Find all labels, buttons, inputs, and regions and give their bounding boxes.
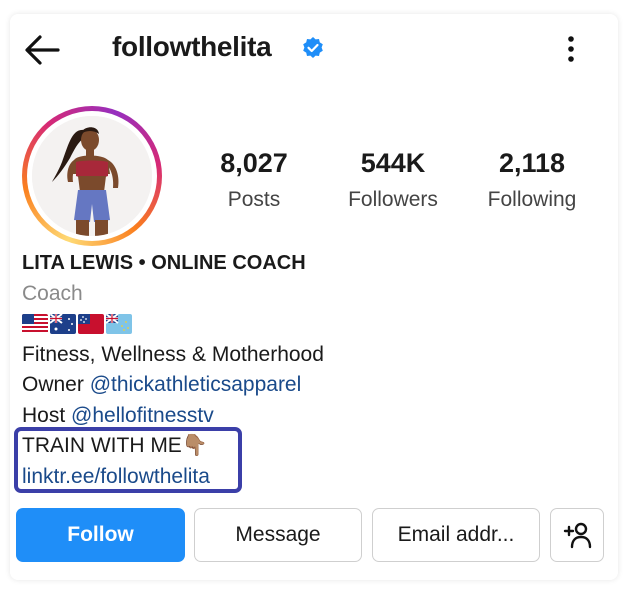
bio-owner-line: Owner @thickathleticsapparel (22, 370, 582, 401)
following-count: 2,118 (498, 148, 566, 178)
display-name: LITA LEWIS • ONLINE COACH (22, 252, 306, 274)
host-handle-link[interactable]: @hellofitnesstv (71, 404, 214, 427)
person-plus-icon (563, 522, 592, 549)
followers-label: Followers (348, 188, 438, 211)
profile-category: Coach (22, 281, 83, 305)
message-button[interactable]: Message (194, 508, 362, 562)
following-label: Following (487, 188, 577, 211)
profile-avatar[interactable] (22, 106, 162, 246)
avatar-photo (32, 116, 152, 236)
followers-count: 544K (360, 148, 426, 178)
posts-stat[interactable]: 8,027 Posts (184, 147, 324, 215)
samoa-flag-icon (78, 314, 104, 335)
posts-count: 8,027 (220, 148, 288, 178)
australia-flag-icon (50, 314, 76, 335)
owner-handle-link[interactable]: @thickathleticsapparel (90, 373, 302, 396)
follow-button[interactable]: Follow (16, 508, 185, 562)
bio-tagline: Fitness, Wellness & Motherhood (22, 342, 324, 366)
following-stat[interactable]: 2,118 Following (462, 147, 602, 215)
profile-username: followthelita (112, 31, 272, 62)
flags-row (22, 309, 582, 340)
verified-badge-icon (301, 36, 325, 60)
host-prefix: Host (22, 403, 72, 427)
posts-label: Posts (227, 188, 281, 211)
add-user-button[interactable] (550, 508, 604, 562)
us-flag-icon (22, 314, 48, 335)
tuvalu-flag-icon (106, 314, 132, 335)
followers-stat[interactable]: 544K Followers (323, 147, 463, 215)
highlight-box (14, 427, 242, 493)
email-button[interactable]: Email addr... (372, 508, 540, 562)
back-arrow-icon[interactable] (22, 30, 62, 70)
owner-prefix: Owner (22, 373, 90, 396)
more-options-icon[interactable] (560, 34, 582, 66)
